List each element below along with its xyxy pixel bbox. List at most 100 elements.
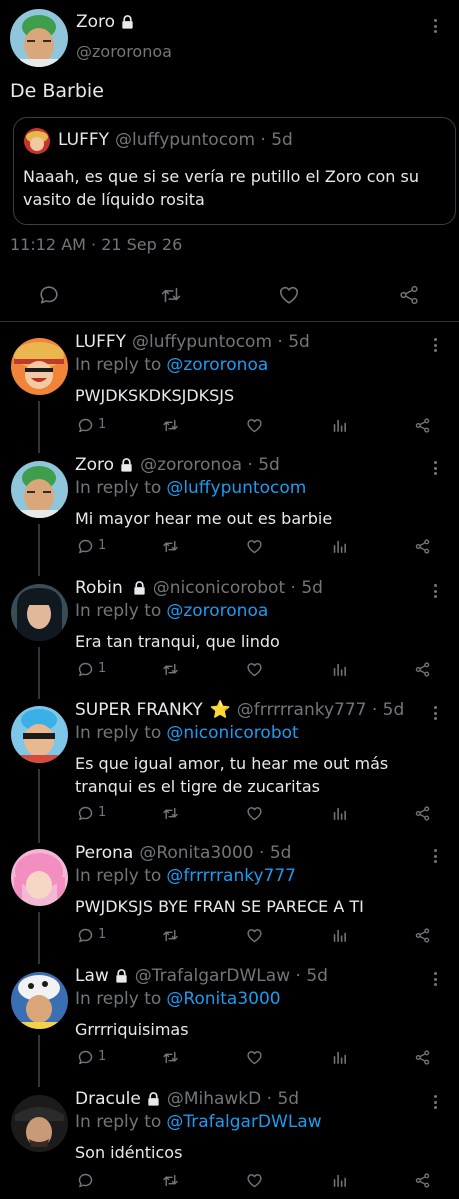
author-name-row[interactable]: Zoro [76,12,135,32]
in-reply-link[interactable]: @niconicorobot [166,723,298,743]
share-icon[interactable] [414,1049,431,1066]
in-reply-link[interactable]: @Ronita3000 [166,989,280,1009]
reply-icon[interactable] [77,417,94,434]
reply-tweet[interactable]: Dracule @MihawkD · 5d In reply to @Trafal… [0,1083,459,1199]
reply-icon[interactable] [38,284,60,306]
in-reply-link[interactable]: @frrrrranky777 [166,866,296,886]
retweet-icon[interactable] [162,927,179,944]
share-icon[interactable] [414,927,431,944]
avatar[interactable] [11,338,68,395]
share-icon[interactable] [414,417,431,434]
in-reply-link[interactable]: @TrafalgarDWLaw [166,1112,321,1132]
author-handle[interactable]: @zororonoa [76,42,172,61]
retweet-icon[interactable] [162,417,179,434]
author-name[interactable]: Robin [75,578,123,598]
like-icon[interactable] [246,805,263,822]
like-icon[interactable] [246,927,263,944]
author-name[interactable]: Zoro [75,455,114,475]
author-name-row[interactable]: Zoro @zororonoa · 5d [75,455,280,475]
thread-line [38,769,40,843]
retweet-icon[interactable] [162,661,179,678]
more-icon[interactable] [427,703,443,723]
more-icon[interactable] [427,335,443,355]
analytics-icon[interactable] [331,538,348,555]
author-name-row[interactable]: Law @TrafalgarDWLaw · 5d [75,966,328,986]
author-name[interactable]: Dracule [75,1089,141,1109]
in-reply-link[interactable]: @zororonoa [166,355,268,375]
avatar[interactable] [11,461,68,518]
author-name-row[interactable]: Perona @Ronita3000 · 5d [75,843,291,863]
reply-tweet[interactable]: LUFFY @luffypuntocom · 5d In reply to @zor… [0,326,459,453]
avatar[interactable] [11,706,68,763]
retweet-icon[interactable] [162,1049,179,1066]
author-handle[interactable]: @frrrrranky777 · 5d [237,700,405,720]
share-icon[interactable] [414,538,431,555]
retweet-icon[interactable] [162,538,179,555]
author-name-row[interactable]: Robin @niconicorobot · 5d [75,578,323,598]
reply-icon[interactable] [77,805,94,822]
author-handle[interactable]: @MihawkD · 5d [167,1089,299,1109]
reply-icon[interactable] [77,927,94,944]
reply-icon[interactable] [77,661,94,678]
author-handle[interactable]: @luffypuntocom · 5d [132,332,310,352]
reply-tweet[interactable]: Law @TrafalgarDWLaw · 5d In reply to @Ron… [0,960,459,1087]
share-icon[interactable] [398,284,420,306]
avatar[interactable] [11,849,68,906]
in-reply-label: In reply to [75,478,162,498]
avatar[interactable] [11,1095,68,1152]
share-icon[interactable] [414,1172,431,1189]
quoted-tweet[interactable]: LUFFY @luffypuntocom · 5d Naaah, es que s… [13,117,456,225]
in-reply-label: In reply to [75,601,162,621]
more-icon[interactable] [427,581,443,601]
analytics-icon[interactable] [331,805,348,822]
analytics-icon[interactable] [331,1172,348,1189]
analytics-icon[interactable] [331,927,348,944]
retweet-icon[interactable] [162,1172,179,1189]
author-name[interactable]: Perona [75,843,133,863]
author-name-row[interactable]: LUFFY @luffypuntocom · 5d [75,332,310,352]
reply-count: 1 [98,927,107,942]
in-reply-link[interactable]: @zororonoa [166,601,268,621]
retweet-icon[interactable] [162,805,179,822]
like-icon[interactable] [246,538,263,555]
reply-icon[interactable] [77,538,94,555]
avatar[interactable] [11,972,68,1029]
avatar[interactable] [11,584,68,641]
more-icon[interactable] [427,846,443,866]
like-icon[interactable] [246,661,263,678]
analytics-icon[interactable] [331,661,348,678]
more-icon[interactable] [427,16,443,36]
more-icon[interactable] [427,969,443,989]
avatar[interactable] [10,9,68,67]
analytics-icon[interactable] [331,417,348,434]
like-icon[interactable] [246,1172,263,1189]
reply-tweet[interactable]: Perona @Ronita3000 · 5d In reply to @frrrr… [0,837,459,964]
like-icon[interactable] [278,284,300,306]
reply-tweet[interactable]: Zoro @zororonoa · 5d In reply to @luffypu… [0,449,459,576]
share-icon[interactable] [414,805,431,822]
author-handle[interactable]: @zororonoa · 5d [140,455,280,475]
more-icon[interactable] [427,1092,443,1112]
reply-tweet[interactable]: SUPER FRANKY ⭐ @frrrrranky777 · 5d In re… [0,694,459,843]
reply-icon[interactable] [77,1172,94,1189]
reply-tweet[interactable]: Robin @niconicorobot · 5d In reply to @zo… [0,572,459,699]
share-icon[interactable] [414,661,431,678]
author-name[interactable]: SUPER FRANKY [75,700,203,720]
author-handle[interactable]: @niconicorobot · 5d [153,578,323,598]
analytics-icon[interactable] [331,1049,348,1066]
timestamp[interactable]: 11:12 AM · 21 Sep 26 [10,235,182,254]
author-name[interactable]: LUFFY [75,332,126,352]
reply-text: Era tan tranqui, que lindo [75,632,280,651]
author-name[interactable]: Zoro [76,12,115,32]
like-icon[interactable] [246,417,263,434]
in-reply-link[interactable]: @luffypuntocom [166,478,306,498]
author-name-row[interactable]: SUPER FRANKY ⭐ @frrrrranky777 · 5d [75,700,404,720]
retweet-icon[interactable] [160,284,182,306]
reply-icon[interactable] [77,1049,94,1066]
author-handle[interactable]: @Ronita3000 · 5d [139,843,291,863]
author-name[interactable]: Law [75,966,109,986]
more-icon[interactable] [427,458,443,478]
author-name-row[interactable]: Dracule @MihawkD · 5d [75,1089,299,1109]
author-handle[interactable]: @TrafalgarDWLaw · 5d [135,966,328,986]
like-icon[interactable] [246,1049,263,1066]
